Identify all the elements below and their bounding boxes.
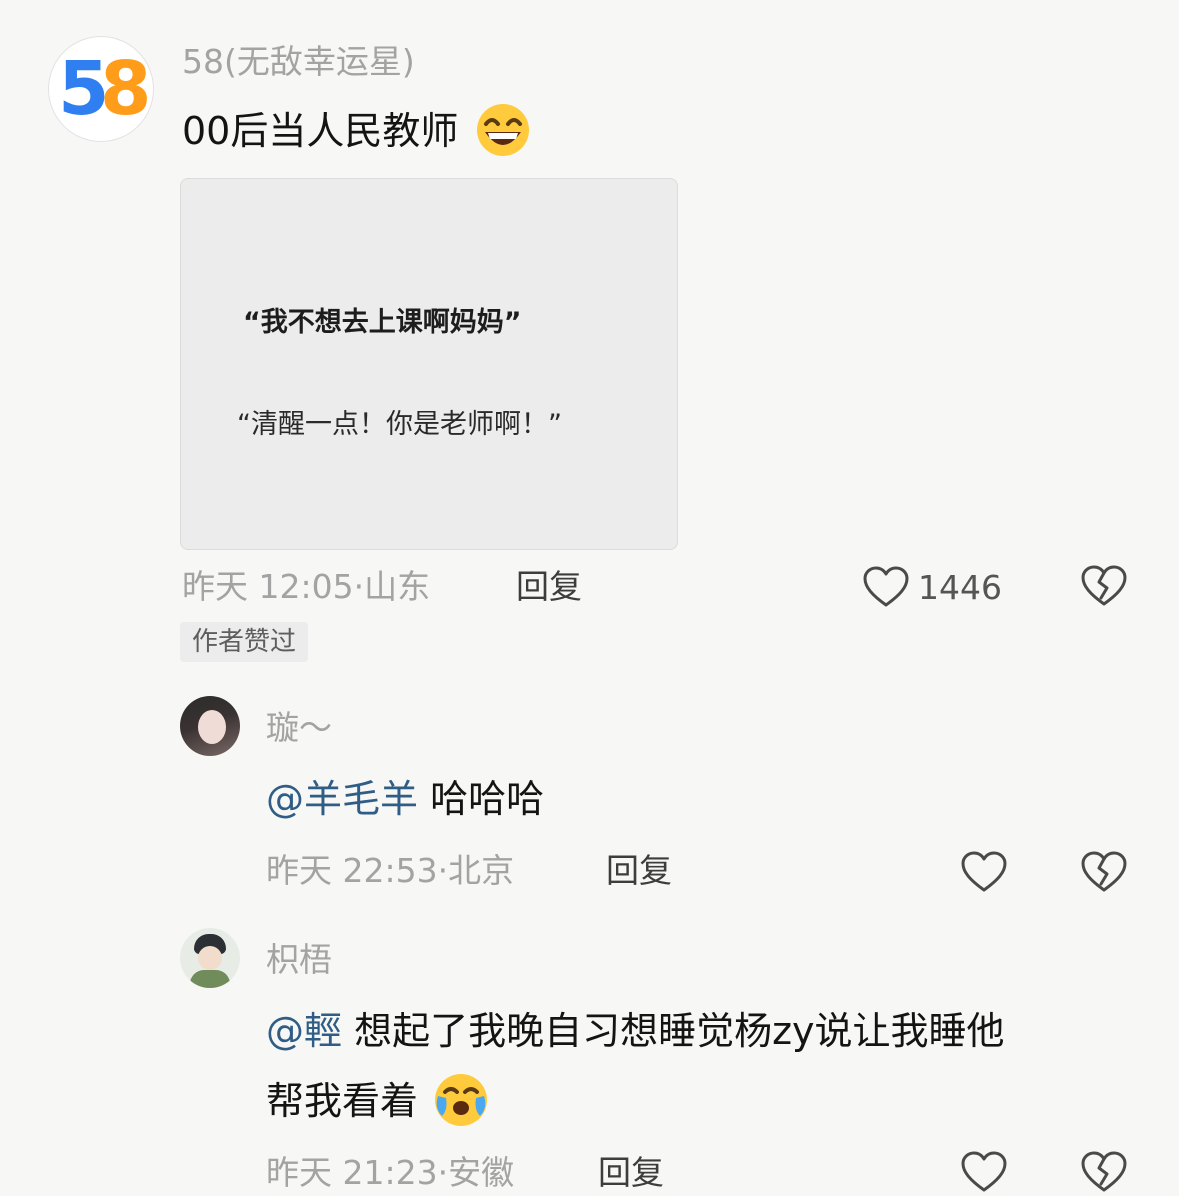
avatar-face xyxy=(198,710,226,744)
username[interactable]: 58(无敌幸运星) xyxy=(182,40,415,84)
mention-link[interactable]: @輕 xyxy=(266,1009,342,1053)
comment-location: 山东 xyxy=(364,567,431,606)
reply-body-line-2: 帮我看着 xyxy=(266,1079,419,1123)
reply-meta: 昨天 22:53·北京 xyxy=(266,848,514,894)
meta-dot: · xyxy=(437,851,449,890)
comment-text: 00后当人民教师 xyxy=(182,102,532,162)
reply-button[interactable]: 回复 xyxy=(598,1150,664,1196)
comment-time: 昨天 12:05 xyxy=(182,567,354,606)
comment-text-body: 00后当人民教师 xyxy=(182,109,459,153)
avatar-58[interactable]: 5 8 xyxy=(48,36,154,142)
reply-meta: 昨天 21:23·安徽 xyxy=(266,1150,514,1196)
reply-button[interactable]: 回复 xyxy=(606,848,672,894)
attached-image[interactable]: “我不想去上课啊妈妈” “清醒一点！你是老师啊！” xyxy=(180,178,678,550)
reply-username[interactable]: 璇～ xyxy=(266,706,332,750)
avatar-zhiwu[interactable] xyxy=(180,928,240,988)
author-liked-badge: 作者赞过 xyxy=(180,622,309,662)
heart-outline-icon xyxy=(862,565,910,609)
image-line-2: “清醒一点！你是老师啊！” xyxy=(237,409,562,440)
crying-laughing-face-emoji xyxy=(432,1072,490,1128)
like-count: 1446 xyxy=(918,567,1002,607)
reply-text: @羊毛羊 哈哈哈 xyxy=(266,772,544,826)
reply-location: 安徽 xyxy=(448,1153,515,1192)
comment-meta: 昨天 12:05·山东 xyxy=(182,564,430,610)
avatar-face xyxy=(198,946,222,970)
logo-digit-8: 8 xyxy=(100,46,152,132)
image-line-1: “我不想去上课啊妈妈” xyxy=(243,307,522,338)
reply-body: 哈哈哈 xyxy=(430,777,545,821)
mention-link[interactable]: @羊毛羊 xyxy=(266,777,418,821)
reply-text: @輕 想起了我晚自习想睡觉杨zy说让我睡他 xyxy=(266,1004,1005,1058)
reply-location: 北京 xyxy=(448,851,515,890)
reply-time: 昨天 21:23 xyxy=(266,1153,438,1192)
heart-outline-icon[interactable] xyxy=(960,1150,1008,1194)
avatar-shirt xyxy=(190,970,230,988)
meta-dot: · xyxy=(437,1153,449,1192)
reply-text-line-2: 帮我看着 xyxy=(266,1072,490,1132)
broken-heart-icon[interactable] xyxy=(1080,564,1128,608)
heart-outline-icon[interactable] xyxy=(960,850,1008,894)
broken-heart-icon[interactable] xyxy=(1080,1150,1128,1194)
like-button[interactable]: 1446 xyxy=(862,564,1002,610)
meta-dot: · xyxy=(353,567,365,606)
broken-heart-icon[interactable] xyxy=(1080,850,1128,894)
reply-button[interactable]: 回复 xyxy=(516,564,582,610)
grinning-face-emoji xyxy=(474,102,532,158)
reply-username[interactable]: 枳梧 xyxy=(266,938,332,982)
reply-body-line-1: 想起了我晚自习想睡觉杨zy说让我睡他 xyxy=(354,1009,1005,1053)
reply-time: 昨天 22:53 xyxy=(266,851,438,890)
avatar-xuan[interactable] xyxy=(180,696,240,756)
